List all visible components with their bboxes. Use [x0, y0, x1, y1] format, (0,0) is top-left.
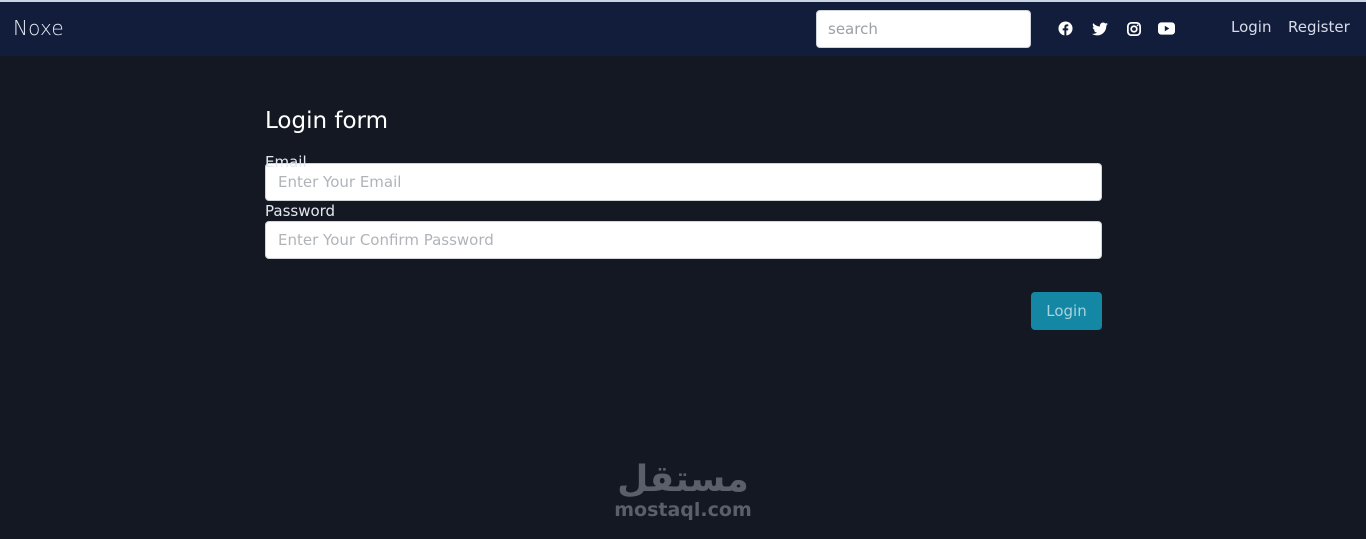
- login-form: Login form Email Password: [265, 105, 1102, 259]
- instagram-icon[interactable]: [1125, 20, 1142, 37]
- twitter-icon[interactable]: [1091, 20, 1108, 37]
- login-button[interactable]: Login: [1031, 292, 1102, 330]
- facebook-icon[interactable]: [1057, 20, 1074, 37]
- form-title: Login form: [265, 108, 388, 134]
- brand-logo[interactable]: Noxe: [13, 16, 64, 40]
- nav-login-link[interactable]: Login: [1231, 18, 1271, 36]
- password-field[interactable]: [265, 221, 1102, 259]
- search-input[interactable]: [816, 10, 1031, 48]
- email-field[interactable]: [265, 163, 1102, 201]
- watermark-latin: mostaql.com: [614, 499, 752, 521]
- password-label: Password: [265, 202, 336, 220]
- watermark-arabic: مستقل: [617, 459, 749, 500]
- youtube-icon[interactable]: [1158, 20, 1175, 37]
- mostaql-watermark: مستقل mostaql.com: [612, 458, 754, 520]
- nav-register-link[interactable]: Register: [1288, 18, 1350, 36]
- navbar: Noxe Login Register: [0, 2, 1366, 56]
